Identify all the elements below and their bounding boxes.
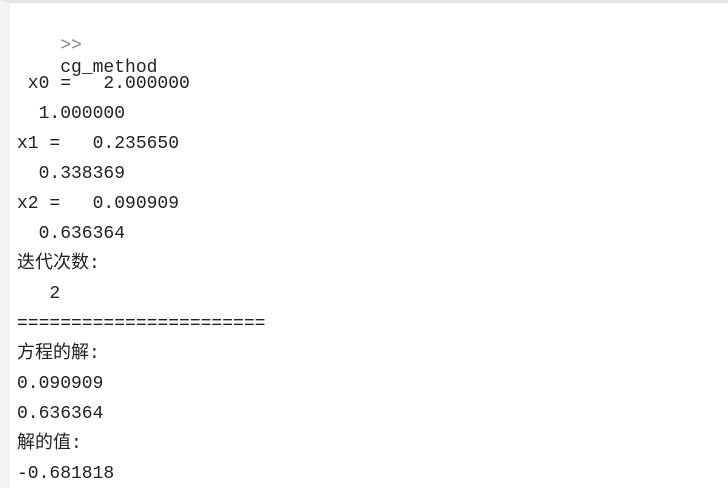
output-line: 0.090909 bbox=[17, 374, 104, 394]
output-line: 0.636364 bbox=[17, 224, 126, 244]
output-line: x1 = 0.235650 bbox=[17, 134, 180, 154]
output-line: 1.000000 bbox=[17, 104, 126, 124]
output-line: -0.681818 bbox=[17, 464, 115, 484]
prompt-symbol: >> bbox=[60, 36, 82, 56]
output-line-solution-label: 方程的解: bbox=[17, 344, 100, 364]
output-line: x2 = 0.090909 bbox=[17, 194, 180, 214]
output-line: 0.636364 bbox=[17, 404, 104, 424]
output-separator: ======================= bbox=[17, 314, 266, 334]
output-line-value-label: 解的值: bbox=[17, 434, 82, 454]
output-line-iterations-value: 2 bbox=[17, 284, 61, 304]
output-line: 0.338369 bbox=[17, 164, 126, 184]
output-line: x0 = 2.000000 bbox=[17, 74, 190, 94]
output-line-iterations-label: 迭代次数: bbox=[17, 254, 100, 274]
command-window[interactable]: >> cg_method x0 = 2.000000 1.000000 x1 =… bbox=[0, 0, 728, 488]
